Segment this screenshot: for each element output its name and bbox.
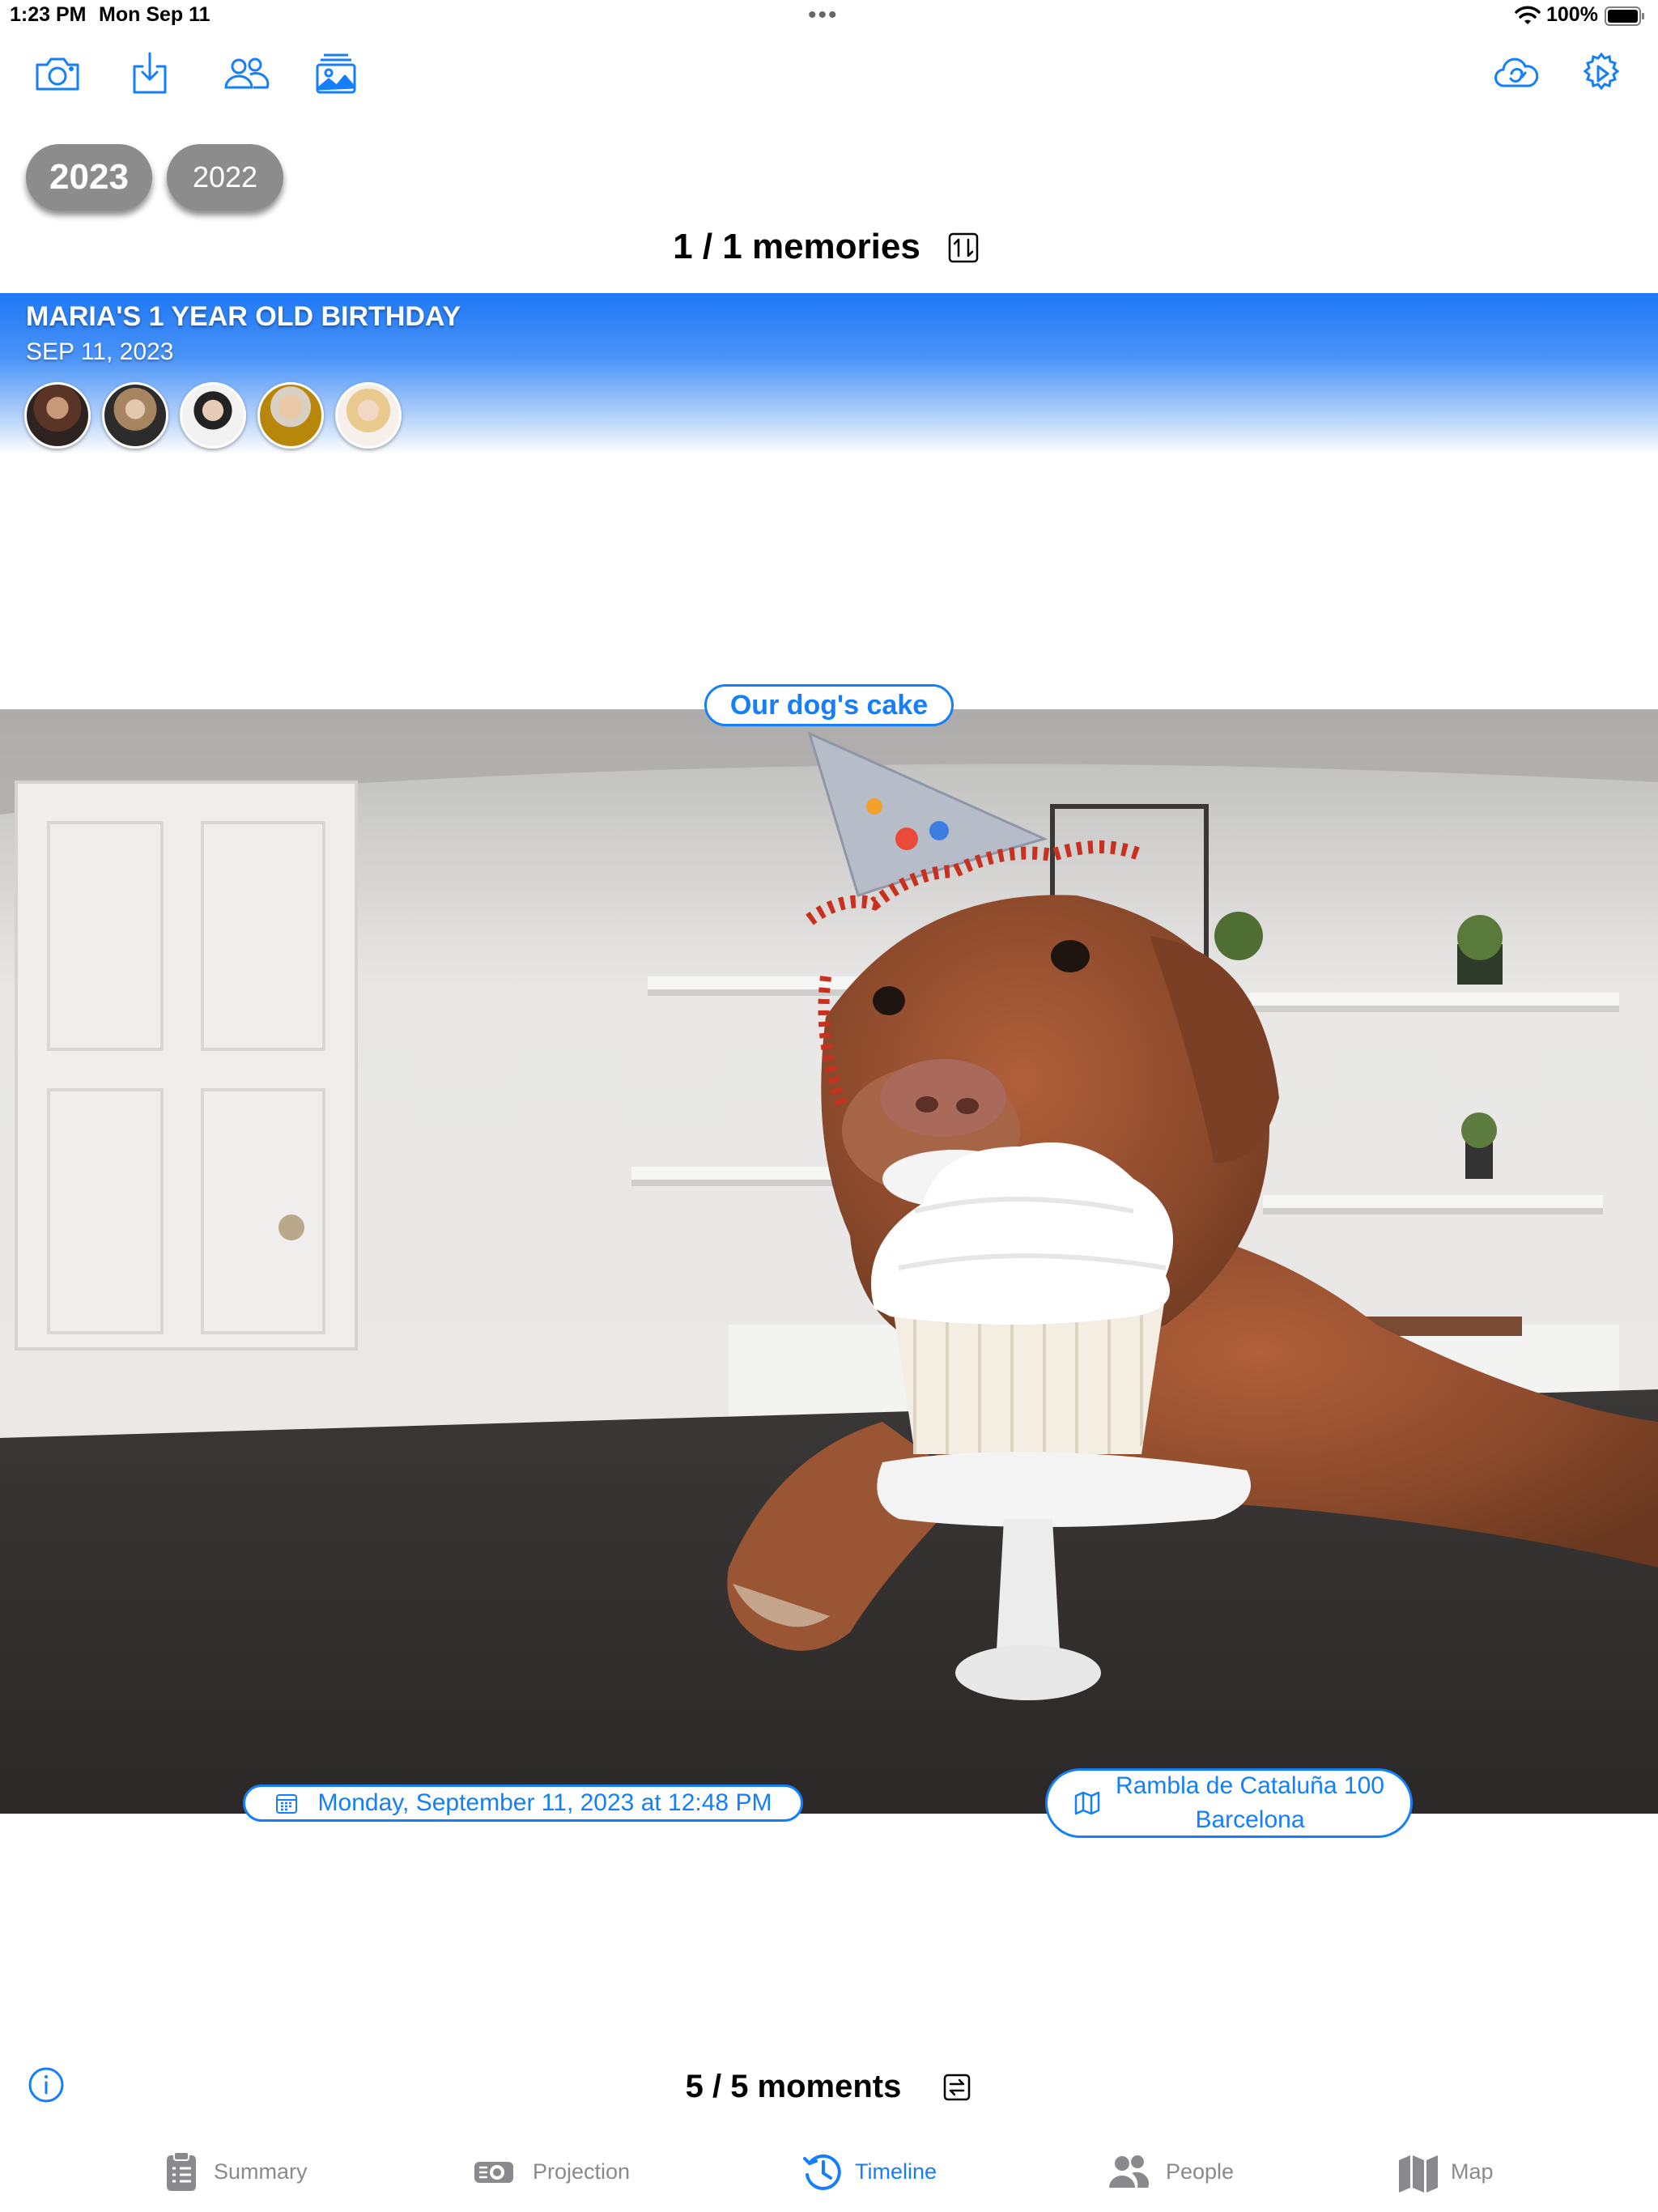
sort-toggle-icon[interactable] (947, 232, 980, 264)
moments-count-title: 5 / 5 moments (685, 2069, 902, 2104)
camera-icon (36, 57, 79, 91)
memories-count-title: 1 / 1 memories (673, 227, 920, 266)
status-time: 1:23 PM (10, 3, 87, 26)
year-pill-2023[interactable]: 2023 (26, 144, 152, 211)
tab-summary[interactable]: Summary (160, 2147, 308, 2196)
avatar[interactable] (24, 382, 91, 449)
status-date: Mon Sep 11 (99, 3, 210, 26)
people-button[interactable] (218, 45, 274, 102)
people-icon (224, 57, 270, 89)
tab-label: Timeline (855, 2159, 937, 2184)
moment-date-button[interactable]: Monday, September 11, 2023 at 12:48 PM (243, 1784, 803, 1822)
multitasking-dots[interactable]: ••• (808, 3, 839, 28)
moment-datetime: Monday, September 11, 2023 at 12:48 PM (317, 1789, 772, 1816)
map-icon (1074, 1791, 1100, 1815)
swap-toggle-icon[interactable] (942, 2073, 971, 2102)
tab-label: Map (1451, 2159, 1494, 2184)
moment-photo[interactable] (0, 709, 1658, 1814)
import-icon (133, 52, 167, 94)
moment-location-button[interactable]: Rambla de Cataluña 100 Barcelona (1045, 1768, 1413, 1838)
camera-button[interactable] (29, 45, 86, 102)
gallery-button[interactable] (308, 45, 364, 102)
memory-title: MARIA'S 1 YEAR OLD BIRTHDAY (26, 301, 461, 332)
settings-button[interactable] (1573, 45, 1630, 102)
tab-label: People (1166, 2159, 1235, 2184)
tab-label: Projection (533, 2159, 631, 2184)
gallery-icon (316, 53, 356, 94)
people-icon (1109, 2155, 1150, 2188)
tab-projection[interactable]: Projection (466, 2147, 630, 2196)
tab-people[interactable]: People (1103, 2147, 1234, 2196)
location-line-1: Rambla de Cataluña 100 (1116, 1772, 1384, 1799)
location-line-2: Barcelona (1195, 1806, 1305, 1833)
avatar[interactable] (257, 382, 324, 449)
battery-icon (1605, 6, 1644, 26)
clipboard-icon (167, 2151, 196, 2191)
map-icon (1399, 2155, 1438, 2193)
wifi-icon (1515, 6, 1541, 24)
avatar[interactable] (335, 382, 402, 449)
cloud-sync-button[interactable] (1488, 45, 1545, 102)
battery-percentage: 100% (1546, 3, 1598, 26)
projector-icon (474, 2162, 513, 2183)
tab-map[interactable]: Map (1397, 2147, 1494, 2196)
clock-history-icon (803, 2154, 841, 2190)
year-pill-2022[interactable]: 2022 (167, 144, 283, 211)
moment-caption-text: Our dog's cake (729, 689, 929, 721)
settings-icon (1583, 52, 1620, 91)
avatar[interactable] (102, 382, 168, 449)
tab-timeline[interactable]: Timeline (801, 2147, 937, 2196)
calendar-icon (275, 1794, 297, 1814)
moment-caption[interactable]: Our dog's cake (704, 684, 954, 726)
cloud-sync-icon (1494, 57, 1539, 87)
memory-date: SEP 11, 2023 (26, 338, 174, 365)
tab-label: Summary (214, 2159, 308, 2184)
avatar[interactable] (180, 382, 246, 449)
import-button[interactable] (121, 45, 178, 102)
